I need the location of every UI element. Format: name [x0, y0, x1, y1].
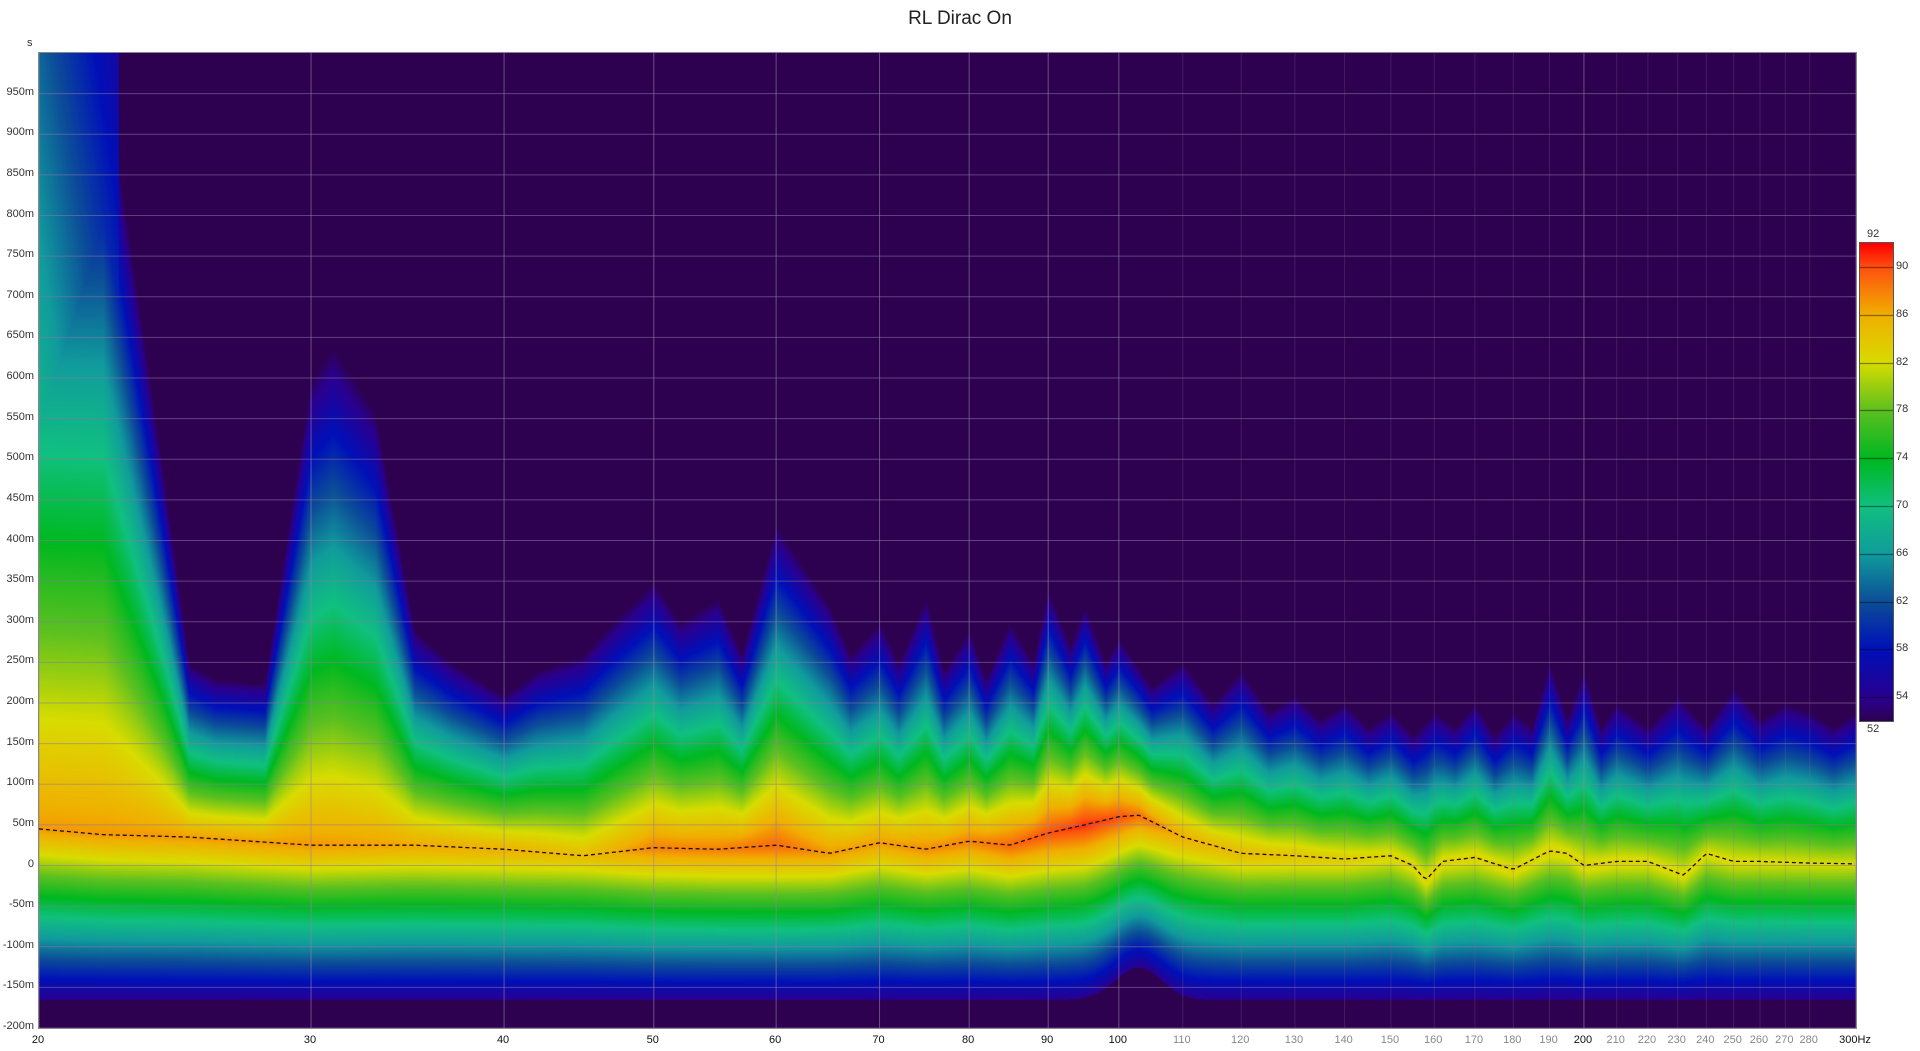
x-tick-label: 260 — [1749, 1034, 1769, 1046]
y-tick-label: 250m — [6, 654, 34, 667]
y-tick-label: 400m — [6, 532, 34, 545]
y-tick-label: -100m — [2, 938, 34, 951]
y-tick-label: 450m — [6, 491, 34, 504]
x-tick-label: 80 — [962, 1034, 975, 1046]
chart-title: RL Dirac On — [908, 8, 1012, 29]
x-tick-label: 180 — [1503, 1034, 1522, 1046]
x-tick-label: 210 — [1606, 1034, 1625, 1046]
y-tick-label: 800m — [6, 207, 34, 220]
x-tick-label: 240 — [1696, 1034, 1715, 1046]
x-tick-label: 220 — [1637, 1034, 1657, 1046]
y-tick-label: 550m — [6, 410, 34, 423]
y-tick-label: 900m — [6, 126, 34, 139]
colorbar-min-label: 52 — [1867, 723, 1880, 735]
y-tick-label: 850m — [6, 166, 34, 179]
colorbar-max-label: 92 — [1867, 228, 1880, 240]
x-tick-label: 60 — [769, 1034, 782, 1046]
x-tick-label: 30 — [303, 1034, 317, 1046]
y-tick-label: 650m — [6, 329, 34, 342]
colorbar-tick-label: 82 — [1896, 355, 1909, 368]
x-tick-label: 20 — [31, 1034, 45, 1046]
colorbar-tick-label: 54 — [1896, 690, 1909, 703]
x-tick-label: 280 — [1799, 1034, 1818, 1046]
x-tick-label: 170 — [1464, 1034, 1484, 1046]
x-tick-label: 110 — [1173, 1034, 1191, 1046]
x-tick-label: 190 — [1539, 1034, 1558, 1046]
x-tick-label: 270 — [1775, 1034, 1794, 1046]
colorbar-tick-label: 58 — [1896, 642, 1909, 655]
colorbar-tick-label: 66 — [1896, 546, 1909, 559]
y-tick-label: -150m — [2, 979, 34, 992]
x-tick-label: 120 — [1231, 1034, 1250, 1046]
y-tick-label: 500m — [6, 451, 34, 464]
x-tick-label: 250 — [1723, 1034, 1742, 1046]
x-tick-label: 50 — [646, 1034, 659, 1046]
x-tick-label: 90 — [1041, 1034, 1054, 1046]
y-tick-label: 150m — [6, 735, 34, 748]
x-tick-label: 130 — [1284, 1034, 1304, 1046]
colorbar-tick-label: 86 — [1896, 307, 1909, 320]
y-tick-label: 700m — [6, 288, 34, 301]
x-tick-label: 200 — [1573, 1034, 1593, 1046]
x-tick-label: 40 — [496, 1034, 510, 1046]
spectrogram-plot-area[interactable] — [38, 52, 1857, 1029]
y-tick-label: 200m — [6, 695, 34, 707]
y-tick-label: -200m — [2, 1020, 34, 1032]
y-tick-label: 350m — [6, 573, 34, 586]
y-tick-label: 750m — [6, 248, 34, 261]
y-tick-label: 50m — [12, 816, 34, 829]
y-axis-unit: s — [27, 37, 33, 49]
colorbar-tick-label: 70 — [1896, 498, 1909, 511]
y-tick-label: 950m — [6, 85, 34, 98]
y-tick-label: 0 — [27, 857, 34, 870]
x-tick-label: 160 — [1424, 1034, 1443, 1046]
x-tick-label: 100 — [1108, 1034, 1128, 1046]
y-tick-label: -50m — [8, 898, 34, 911]
x-tick-label: 70 — [872, 1034, 885, 1046]
y-tick-label: 100m — [6, 776, 34, 789]
colorbar-tick-label: 90 — [1896, 259, 1909, 272]
colorbar-tick-label: 78 — [1896, 403, 1909, 416]
x-tick-label: 140 — [1334, 1034, 1353, 1046]
x-tick-label: 150 — [1380, 1034, 1400, 1046]
y-tick-label: 300m — [6, 613, 34, 626]
x-tick-label: 230 — [1667, 1034, 1686, 1046]
colorbar-tick-label: 74 — [1896, 451, 1909, 464]
y-tick-label: 600m — [6, 370, 34, 382]
x-tick-label: 300Hz — [1839, 1034, 1871, 1046]
colorbar — [1859, 242, 1894, 722]
colorbar-tick-label: 62 — [1896, 594, 1909, 607]
grid-and-peak-overlay — [39, 53, 1856, 1028]
